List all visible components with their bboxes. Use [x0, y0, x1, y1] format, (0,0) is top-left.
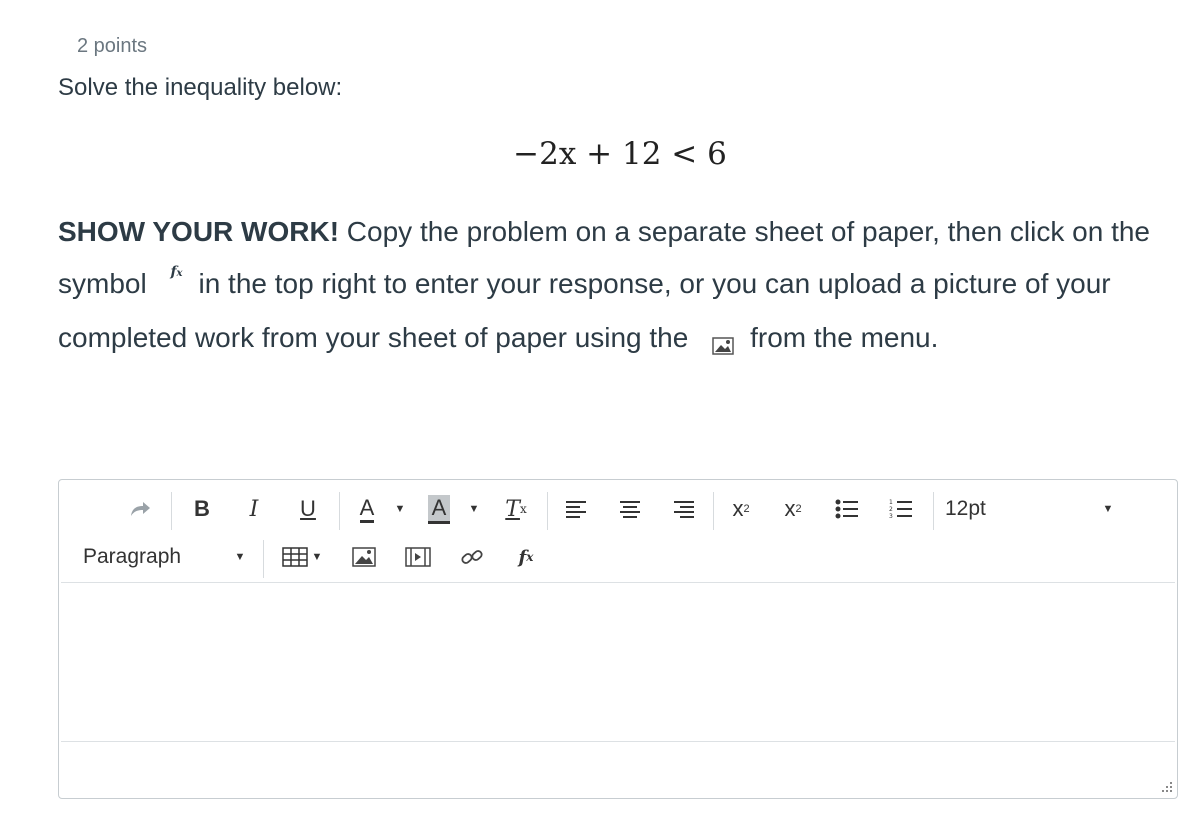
fx-icon: fx	[170, 264, 183, 280]
instructions-part3: from the menu.	[750, 322, 939, 353]
table-icon[interactable]: ▼	[279, 534, 325, 580]
align-right-icon[interactable]	[667, 486, 701, 532]
inequality-equation: −2x + 12 < 6	[513, 136, 727, 172]
editor-content-area[interactable]	[61, 582, 1175, 742]
instructions-bold: SHOW YOUR WORK!	[58, 216, 340, 247]
font-size-select[interactable]: 12pt	[945, 486, 1005, 532]
image-upload-icon[interactable]	[347, 534, 381, 580]
equation-icon[interactable]: fx	[509, 534, 543, 580]
rich-text-editor[interactable]: B I U A ▼ A ▼ Tx x2 x2 123 12pt ▼ Paragr…	[58, 479, 1178, 799]
background-color-dropdown-icon[interactable]: ▼	[465, 486, 483, 532]
subscript-icon[interactable]: x2	[775, 486, 811, 532]
redo-icon[interactable]	[123, 486, 157, 532]
numbered-list-icon[interactable]: 123	[883, 486, 919, 532]
question-prompt: Solve the inequality below:	[58, 74, 343, 101]
format-select[interactable]: Paragraph	[83, 534, 223, 580]
bold-icon[interactable]: B	[185, 486, 219, 532]
image-icon	[712, 320, 734, 372]
resize-handle-icon[interactable]	[1159, 780, 1173, 794]
instructions-text: SHOW YOUR WORK! Copy the problem on a se…	[58, 206, 1193, 364]
instructions-part2: in the top right to enter your response,…	[58, 268, 1111, 353]
svg-text:1: 1	[889, 499, 893, 506]
toolbar-row-1: B I U A ▼ A ▼ Tx x2 x2 123 12pt ▼	[59, 486, 1177, 532]
toolbar-row-2: Paragraph ▼ ▼ fx	[59, 534, 1177, 580]
font-size-dropdown-icon[interactable]: ▼	[1097, 486, 1119, 532]
svg-text:2: 2	[889, 506, 893, 513]
text-color-icon[interactable]: A	[349, 486, 385, 532]
question-points: 2 points	[77, 35, 148, 57]
bullet-list-icon[interactable]	[829, 486, 865, 532]
svg-text:3: 3	[889, 513, 893, 520]
font-size-value: 12pt	[945, 497, 986, 520]
clear-formatting-icon[interactable]: Tx	[499, 486, 533, 532]
italic-icon[interactable]: I	[237, 486, 271, 532]
text-color-dropdown-icon[interactable]: ▼	[391, 486, 409, 532]
align-center-icon[interactable]	[613, 486, 647, 532]
link-icon[interactable]	[455, 534, 489, 580]
underline-icon[interactable]: U	[291, 486, 325, 532]
format-value: Paragraph	[83, 545, 182, 568]
superscript-icon[interactable]: x2	[723, 486, 759, 532]
background-color-icon[interactable]: A	[423, 486, 455, 532]
media-icon[interactable]	[401, 534, 435, 580]
format-dropdown-icon[interactable]: ▼	[229, 534, 251, 580]
align-left-icon[interactable]	[559, 486, 593, 532]
